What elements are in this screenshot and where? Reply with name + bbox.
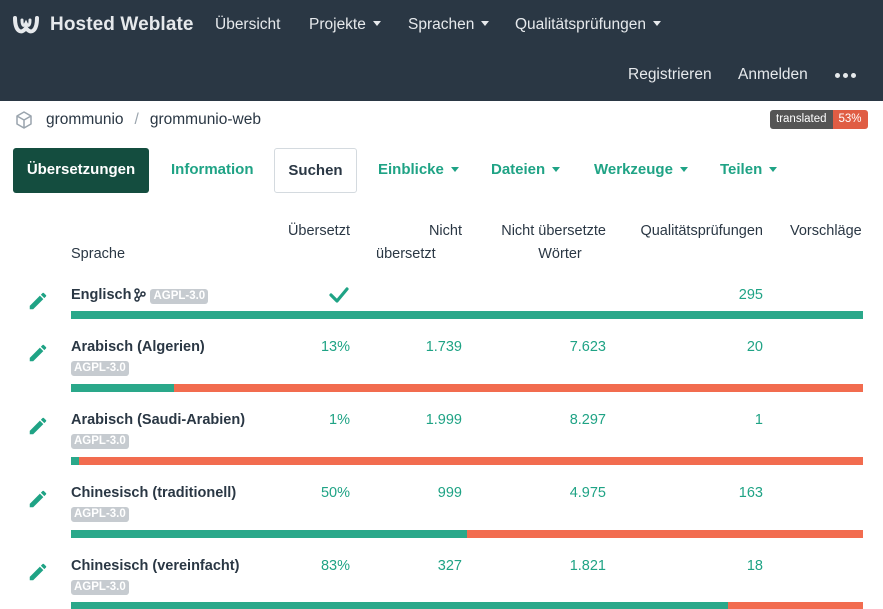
nav-projects[interactable]: Projekte — [309, 14, 381, 36]
pencil-icon[interactable] — [27, 290, 49, 312]
progress-bar-fill — [71, 384, 174, 392]
language-link[interactable]: Chinesisch (traditionell) — [71, 485, 236, 501]
translated-cell[interactable]: 83% — [260, 556, 350, 576]
ellipsis-icon[interactable] — [835, 73, 856, 78]
untranslated-cell[interactable]: 1.999 — [376, 410, 462, 430]
breadcrumb-component[interactable]: grommunio-web — [150, 111, 261, 129]
license-badge: AGPL-3.0 — [71, 361, 129, 376]
header-untranslated-line2: übersetzt — [376, 246, 436, 262]
breadcrumb: grommunio / grommunio-web — [14, 109, 261, 131]
tab-search[interactable]: Suchen — [274, 148, 357, 193]
pencil-icon[interactable] — [27, 561, 49, 583]
untranslated-words-cell[interactable]: 8.297 — [490, 410, 606, 430]
header-suggestions[interactable]: Vorschläge — [790, 220, 862, 243]
source-language-icon — [134, 288, 147, 302]
tab-files[interactable]: Dateien — [491, 148, 561, 193]
caret-down-icon — [769, 166, 778, 172]
tab-share-label: Teilen — [720, 161, 763, 178]
untranslated-words-cell[interactable]: 4.975 — [490, 483, 606, 503]
untranslated-cell[interactable]: 999 — [376, 483, 462, 503]
login-link[interactable]: Anmelden — [738, 64, 808, 86]
untranslated-cell[interactable]: 1.739 — [376, 337, 462, 357]
untranslated-cell[interactable]: 327 — [376, 556, 462, 576]
nav-languages[interactable]: Sprachen — [408, 14, 490, 36]
nav-checks[interactable]: Qualitätsprüfungen — [515, 14, 661, 36]
brand-link[interactable]: Hosted Weblate — [12, 10, 194, 40]
tab-insights[interactable]: Einblicke — [378, 148, 459, 193]
progress-bar-fill — [71, 530, 467, 538]
brand-name: Hosted Weblate — [50, 14, 194, 35]
progress-bar-fill — [71, 311, 863, 319]
caret-down-icon — [552, 166, 561, 172]
progress-bar — [71, 311, 863, 319]
checkmark-icon — [329, 287, 349, 303]
language-link[interactable]: Chinesisch (vereinfacht) — [71, 558, 239, 574]
header-checks[interactable]: Qualitätsprüfungen — [620, 220, 763, 243]
pencil-icon[interactable] — [27, 488, 49, 510]
language-name-cell: Arabisch (Saudi-Arabien) AGPL-3.0 — [71, 410, 245, 450]
checks-cell[interactable]: 295 — [620, 285, 763, 305]
language-name-cell: Englisch AGPL-3.0 — [71, 285, 209, 305]
checks-cell[interactable]: 1 — [620, 410, 763, 430]
translated-cell[interactable]: 1% — [260, 410, 350, 430]
progress-bar-fill — [71, 602, 729, 609]
caret-down-icon — [372, 21, 381, 27]
pencil-icon[interactable] — [27, 415, 49, 437]
license-badge: AGPL-3.0 — [71, 580, 129, 595]
header-words-line1: Nicht übersetzte — [501, 223, 606, 239]
caret-down-icon — [450, 166, 459, 172]
license-badge: AGPL-3.0 — [150, 289, 209, 304]
caret-down-icon — [652, 21, 661, 27]
untranslated-words-cell[interactable]: 1.821 — [490, 556, 606, 576]
pencil-icon[interactable] — [27, 342, 49, 364]
tab-tools-label: Werkzeuge — [594, 161, 673, 178]
badge-label: translated — [770, 110, 833, 129]
tab-translations[interactable]: Übersetzungen — [13, 148, 149, 193]
breadcrumb-separator: / — [134, 111, 139, 128]
nav-projects-label: Projekte — [309, 16, 366, 33]
language-name-cell: Chinesisch (vereinfacht) AGPL-3.0 — [71, 556, 239, 596]
caret-down-icon — [679, 166, 688, 172]
tab-information[interactable]: Information — [171, 148, 254, 193]
breadcrumb-project[interactable]: grommunio — [46, 111, 124, 129]
nav-overview[interactable]: Übersicht — [215, 14, 280, 36]
header-untranslated-words[interactable]: Nicht übersetzte Wörter — [490, 220, 606, 266]
progress-bar — [71, 530, 863, 538]
untranslated-words-cell[interactable]: 7.623 — [490, 337, 606, 357]
progress-bar — [71, 384, 863, 392]
progress-bar — [71, 457, 863, 465]
tab-share[interactable]: Teilen — [720, 148, 778, 193]
checks-cell[interactable]: 18 — [620, 556, 763, 576]
tab-insights-label: Einblicke — [378, 161, 444, 178]
tab-tools[interactable]: Werkzeuge — [594, 148, 688, 193]
header-language[interactable]: Sprache — [71, 243, 125, 266]
register-link[interactable]: Registrieren — [628, 64, 712, 86]
checks-cell[interactable]: 20 — [620, 337, 763, 357]
translated-cell[interactable]: 13% — [260, 337, 350, 357]
progress-bar-fill — [71, 457, 79, 465]
top-navbar: Hosted Weblate Übersicht Projekte Sprach… — [0, 0, 883, 101]
caret-down-icon — [481, 21, 490, 27]
license-badge: AGPL-3.0 — [71, 434, 129, 449]
tab-files-label: Dateien — [491, 161, 546, 178]
language-name-cell: Chinesisch (traditionell) AGPL-3.0 — [71, 483, 236, 523]
header-untranslated-line1: Nicht — [428, 223, 462, 239]
translated-badge[interactable]: translated 53% — [770, 110, 868, 129]
license-badge: AGPL-3.0 — [71, 507, 129, 522]
weblate-logo-icon — [13, 16, 39, 34]
header-words-line2: Wörter — [538, 246, 582, 262]
checks-cell[interactable]: 163 — [620, 483, 763, 503]
header-translated[interactable]: Übersetzt — [260, 220, 350, 243]
language-link[interactable]: Englisch — [71, 287, 131, 303]
badge-value: 53% — [832, 110, 868, 129]
language-link[interactable]: Arabisch (Algerien) — [71, 339, 205, 355]
nav-languages-label: Sprachen — [408, 16, 475, 33]
nav-checks-label: Qualitätsprüfungen — [515, 16, 646, 33]
header-untranslated[interactable]: Nicht übersetzt — [376, 220, 462, 266]
cube-icon — [16, 111, 32, 129]
translated-cell[interactable]: 50% — [260, 483, 350, 503]
language-link[interactable]: Arabisch (Saudi-Arabien) — [71, 412, 245, 428]
progress-bar — [71, 602, 863, 609]
language-name-cell: Arabisch (Algerien) AGPL-3.0 — [71, 337, 205, 377]
